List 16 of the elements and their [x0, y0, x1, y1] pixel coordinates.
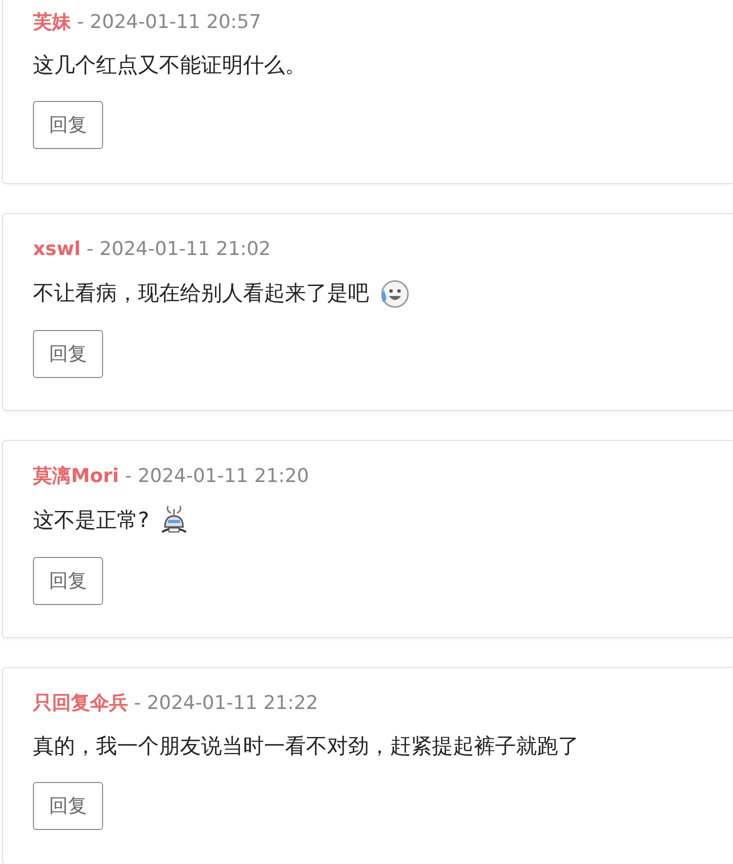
comment-text: 不让看病，现在给别人看起来了是吧: [33, 280, 369, 307]
reply-button[interactable]: 回复: [33, 557, 103, 605]
reply-button[interactable]: 回复: [33, 782, 103, 830]
comment-date: - 2024-01-11 20:57: [77, 10, 262, 35]
comment-author: 莫漓Mori: [33, 464, 119, 489]
comment-author: 芙妹: [33, 10, 71, 35]
comment-text: 这几个红点又不能证明什么。: [33, 52, 306, 79]
comment-date: - 2024-01-11 21:20: [124, 464, 309, 489]
comment-date: - 2024-01-11 21:22: [134, 691, 318, 716]
comment-text: 真的，我一个朋友说当时一看不对劲，赶紧提起裤子就跑了: [33, 733, 579, 760]
comment-author: xswl: [33, 237, 81, 262]
comment-author: 只回复伞兵: [33, 691, 128, 716]
reply-button[interactable]: 回复: [33, 330, 103, 378]
comment-text: 这不是正常?: [33, 507, 150, 534]
comment-date: - 2024-01-11 21:02: [86, 237, 271, 262]
reply-button[interactable]: 回复: [33, 101, 103, 149]
